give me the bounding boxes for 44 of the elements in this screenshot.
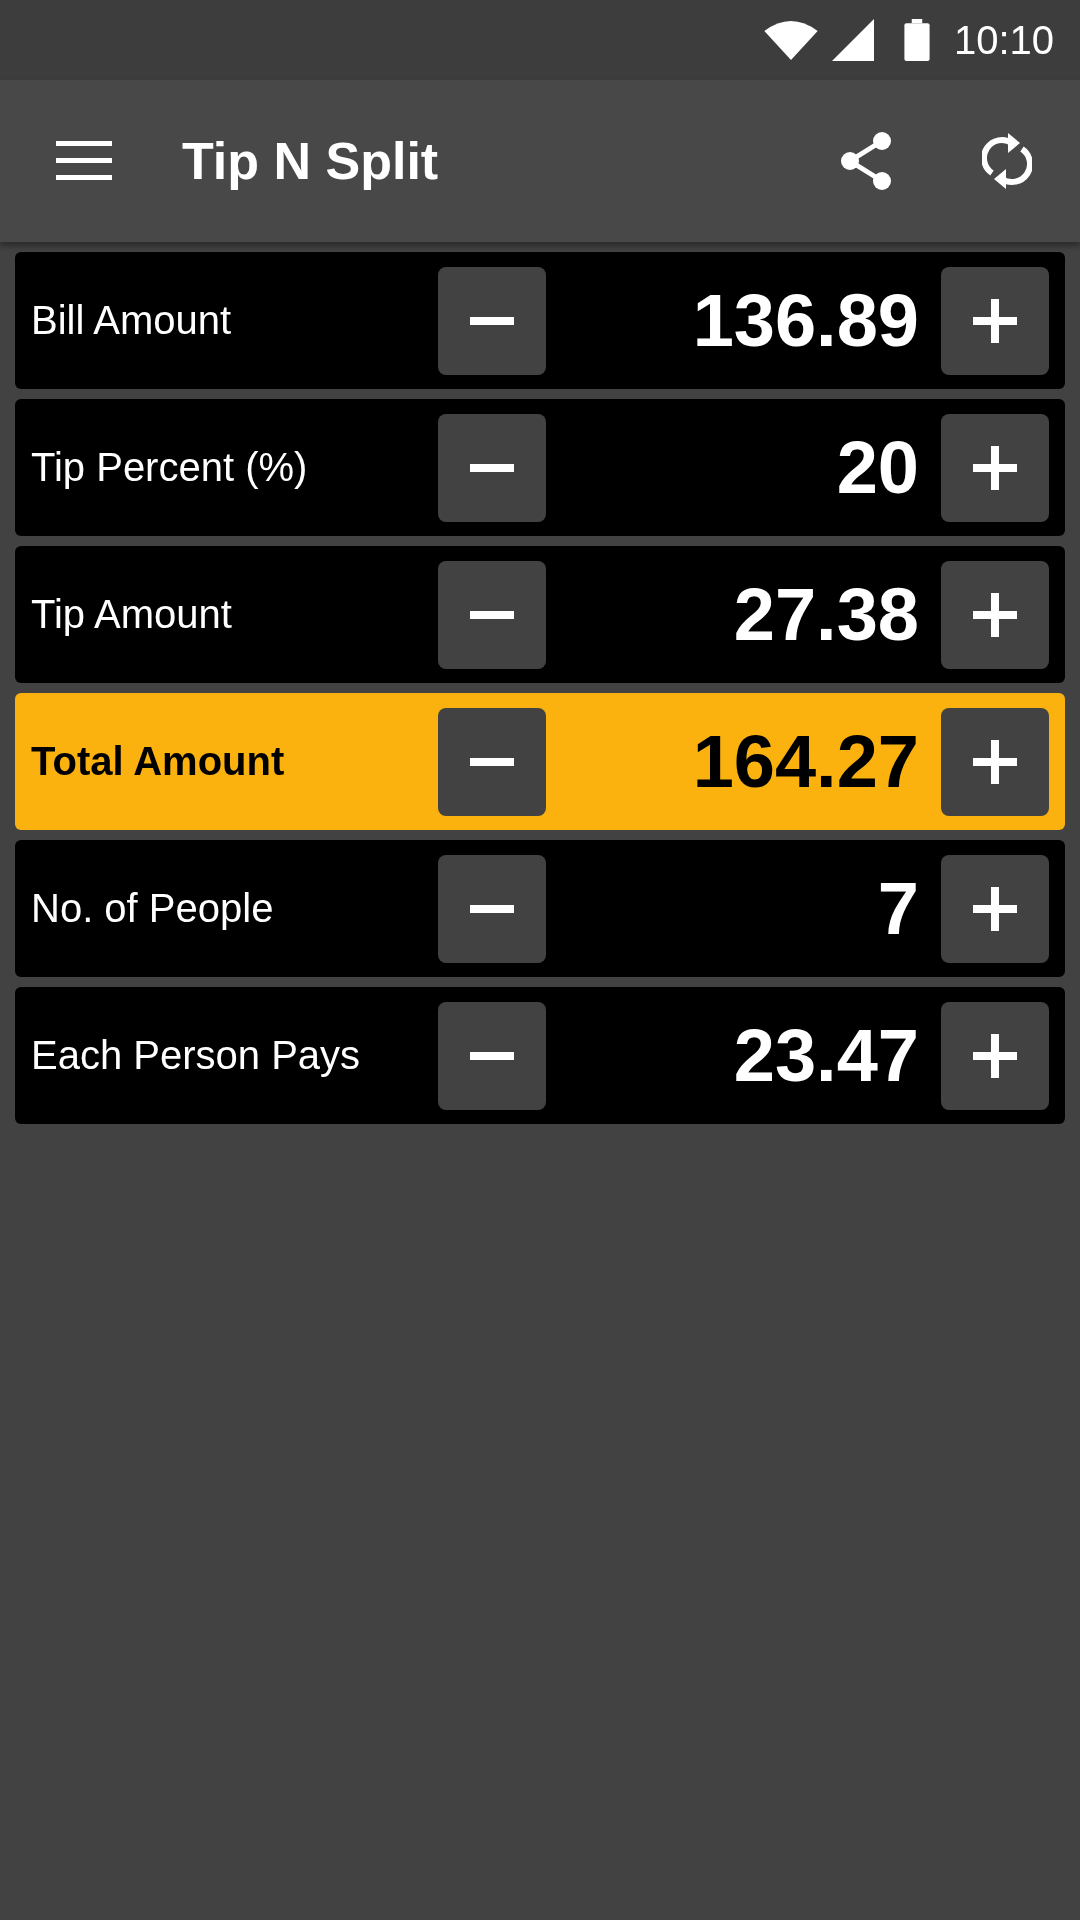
row-value: 27.38 (732, 572, 920, 657)
row-label: Bill Amount (31, 298, 233, 343)
clock-time: 10:10 (953, 17, 1054, 63)
increment-button[interactable] (941, 560, 1049, 669)
row-label: No. of People (31, 886, 275, 931)
share-icon[interactable] (838, 131, 894, 191)
plus-icon (973, 739, 1017, 784)
decrement-button[interactable] (438, 854, 546, 963)
decrement-button[interactable] (438, 707, 546, 816)
wifi-icon (763, 20, 818, 60)
minus-icon (470, 757, 514, 766)
decrement-button[interactable] (438, 560, 546, 669)
row-value: 136.89 (691, 278, 920, 363)
app-title: Tip N Split (182, 131, 440, 191)
increment-button[interactable] (941, 413, 1049, 522)
minus-icon (470, 316, 514, 325)
plus-icon (973, 1033, 1017, 1078)
plus-icon (973, 592, 1017, 637)
refresh-icon[interactable] (982, 131, 1032, 191)
menu-icon[interactable] (56, 141, 112, 181)
increment-button[interactable] (941, 707, 1049, 816)
plus-icon (973, 445, 1017, 490)
row-label: Tip Percent (%) (31, 445, 309, 490)
row-value: 23.47 (732, 1013, 920, 1098)
increment-button[interactable] (941, 854, 1049, 963)
decrement-button[interactable] (438, 266, 546, 375)
signal-icon (831, 19, 874, 61)
row-label: Tip Amount (31, 592, 233, 637)
increment-button[interactable] (941, 266, 1049, 375)
minus-icon (470, 610, 514, 619)
increment-button[interactable] (941, 1001, 1049, 1110)
battery-icon (903, 19, 930, 61)
row-label: Total Amount (31, 739, 286, 784)
decrement-button[interactable] (438, 413, 546, 522)
plus-icon (973, 298, 1017, 343)
minus-icon (470, 1051, 514, 1060)
minus-icon (470, 463, 514, 472)
row-value: 7 (876, 866, 920, 951)
plus-icon (973, 886, 1017, 931)
row-value: 20 (835, 425, 920, 510)
row-value: 164.27 (691, 719, 920, 804)
minus-icon (470, 904, 514, 913)
row-label: Each Person Pays (31, 1033, 362, 1078)
decrement-button[interactable] (438, 1001, 546, 1110)
